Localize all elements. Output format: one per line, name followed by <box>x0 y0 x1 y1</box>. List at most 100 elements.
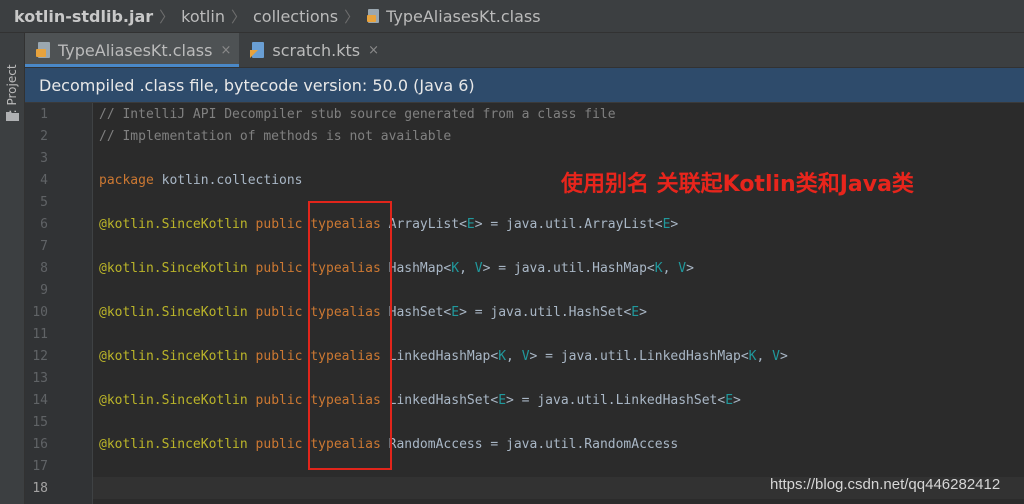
code-token-text: > = java.util.LinkedHashMap< <box>529 348 749 364</box>
code-token-text: > = java.util.HashSet< <box>459 304 632 320</box>
code-token-text: > <box>779 348 788 364</box>
line-number: 11 <box>32 326 48 342</box>
breadcrumb-item-kotlin[interactable]: kotlin <box>181 7 225 26</box>
tab-scratch-kts[interactable]: scratch.kts × <box>239 33 387 67</box>
code-token-keyword: public <box>255 348 303 364</box>
code-token-text: LinkedHashMap< <box>380 348 499 364</box>
line-number: 10 <box>32 304 48 320</box>
decompiled-notice-banner: Decompiled .class file, bytecode version… <box>25 68 1024 103</box>
code-token-text: kotlin.collections <box>153 172 303 188</box>
code-token-text: > <box>733 392 741 408</box>
annotation-text: 使用别名 关联起Kotlin类和Java类 <box>561 172 914 197</box>
code-line[interactable]: // IntelliJ API Decompiler stub source g… <box>99 103 616 125</box>
code-token-tparam: V <box>678 260 687 276</box>
code-token-text: , <box>756 348 773 364</box>
line-number: 15 <box>32 414 48 430</box>
line-number: 9 <box>40 282 48 298</box>
code-line[interactable]: // Implementation of methods is not avai… <box>99 125 451 147</box>
code-token-tparam: K <box>498 348 507 364</box>
line-number: 16 <box>32 436 48 452</box>
left-tool-strip: 1: Project <box>0 33 25 504</box>
code-token-tparam: E <box>498 392 507 408</box>
code-token-keyword: public <box>255 216 303 232</box>
code-token-comment: // Implementation of methods is not avai… <box>99 128 452 144</box>
banner-text: Decompiled .class file, bytecode version… <box>39 75 475 95</box>
code-token-comment: // IntelliJ API Decompiler stub source g… <box>99 106 616 122</box>
code-token-text: RandomAccess = java.util.RandomAccess <box>380 436 679 452</box>
typealias-highlight-box <box>308 201 392 470</box>
breadcrumb-item-class[interactable]: TypeAliasesKt.class <box>366 6 541 26</box>
code-token-tparam: E <box>725 392 734 408</box>
breadcrumb-item-jar[interactable]: kotlin-stdlib.jar <box>14 7 153 26</box>
code-token-tparam: E <box>451 304 460 320</box>
code-token-keyword: public <box>255 260 303 276</box>
breadcrumb-separator: 〉 <box>344 7 360 26</box>
class-file-icon <box>36 42 50 58</box>
editor-tab-bar: TypeAliasesKt.class × scratch.kts × <box>25 33 1024 68</box>
code-token-tparam: K <box>748 348 757 364</box>
line-number: 5 <box>40 194 48 210</box>
code-token-keyword: public <box>255 392 303 408</box>
breadcrumb: kotlin-stdlib.jar 〉 kotlin 〉 collections… <box>0 0 1024 33</box>
line-number: 7 <box>40 238 48 254</box>
code-token-text: > <box>686 260 694 276</box>
line-number: 8 <box>40 260 48 276</box>
folder-icon[interactable] <box>6 111 19 121</box>
code-line[interactable]: @kotlin.SinceKotlin public typealias Lin… <box>99 389 741 411</box>
line-number: 18 <box>32 480 48 496</box>
code-token-annot: @kotlin.SinceKotlin <box>99 260 248 276</box>
line-number: 3 <box>40 150 48 166</box>
tab-label: TypeAliasesKt.class <box>58 40 213 60</box>
breadcrumb-item-label: TypeAliasesKt.class <box>386 6 541 26</box>
code-token-text: , <box>662 260 679 276</box>
code-token-text: LinkedHashSet< <box>380 392 499 408</box>
code-token-text: > = java.util.ArrayList< <box>474 216 663 232</box>
code-token-text: , <box>506 348 522 364</box>
line-number: 2 <box>40 128 48 144</box>
code-token-text: > = java.util.HashMap< <box>482 260 655 276</box>
code-line[interactable]: @kotlin.SinceKotlin public typealias Has… <box>99 257 694 279</box>
code-token-tparam: K <box>451 260 460 276</box>
code-line[interactable]: package kotlin.collections <box>99 169 303 191</box>
code-token-tparam: E <box>466 216 475 232</box>
code-token-annot: @kotlin.SinceKotlin <box>99 436 248 452</box>
code-token-text: , <box>459 260 475 276</box>
line-number: 6 <box>40 216 48 232</box>
code-token-tparam: K <box>654 260 663 276</box>
breadcrumb-item-collections[interactable]: collections <box>253 7 338 26</box>
tab-label: scratch.kts <box>272 40 361 60</box>
code-token-keyword: public <box>255 436 303 452</box>
code-token-tparam: V <box>521 348 530 364</box>
breadcrumb-separator: 〉 <box>230 7 246 26</box>
line-number: 14 <box>32 392 48 408</box>
kotlin-script-icon <box>250 42 265 58</box>
line-number: 1 <box>40 106 48 122</box>
line-number: 12 <box>32 348 48 364</box>
close-icon[interactable]: × <box>220 43 231 58</box>
line-number: 4 <box>40 172 48 188</box>
code-token-keyword: package <box>99 172 154 188</box>
class-file-icon <box>367 9 380 23</box>
code-token-text: > <box>639 304 647 320</box>
breadcrumb-separator: 〉 <box>159 7 175 26</box>
code-token-tparam: E <box>631 304 640 320</box>
line-number: 13 <box>32 370 48 386</box>
code-token-annot: @kotlin.SinceKotlin <box>99 216 248 232</box>
code-token-tparam: V <box>474 260 483 276</box>
code-token-keyword: public <box>255 304 303 320</box>
tab-typealiaseskt-class[interactable]: TypeAliasesKt.class × <box>25 33 240 67</box>
code-token-tparam: E <box>662 216 671 232</box>
code-token-annot: @kotlin.SinceKotlin <box>99 348 248 364</box>
close-icon[interactable]: × <box>368 43 379 58</box>
watermark: https://blog.csdn.net/qq446282412 <box>770 476 1001 493</box>
code-token-text: ArrayList< <box>380 216 467 232</box>
code-token-annot: @kotlin.SinceKotlin <box>99 304 248 320</box>
project-tool-button[interactable]: 1: Project <box>3 45 21 141</box>
code-line[interactable]: @kotlin.SinceKotlin public typealias Lin… <box>99 345 788 367</box>
line-number: 17 <box>32 458 48 474</box>
